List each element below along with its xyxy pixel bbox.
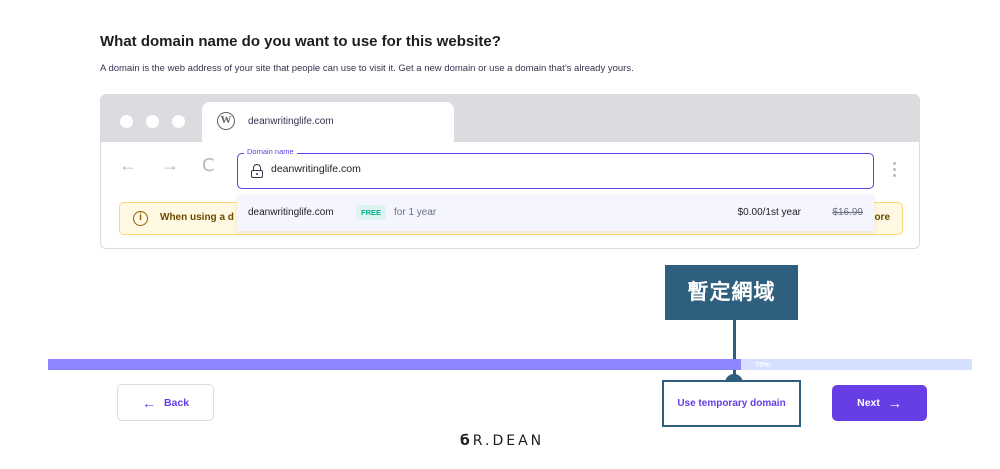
window-dot-icon <box>120 115 133 128</box>
kebab-menu-icon <box>893 162 897 180</box>
window-dot-icon <box>172 115 185 128</box>
logo-text: R.DEAN <box>472 433 545 449</box>
page-subtext: A domain is the web address of your site… <box>100 63 634 74</box>
info-icon: i <box>133 211 148 226</box>
warning-text: When using a d <box>160 212 234 223</box>
browser-tab: W deanwritinglife.com <box>202 102 454 142</box>
suggestion-domain: deanwritinglife.com <box>248 207 334 218</box>
use-temporary-domain-button[interactable]: Use temporary domain <box>662 380 801 427</box>
free-badge: FREE <box>356 205 387 220</box>
forward-arrow-icon: → <box>161 155 179 175</box>
progress-fill <box>48 359 741 370</box>
annotation-connector <box>733 320 736 382</box>
domain-field-label: Domain name <box>244 147 297 156</box>
arrow-right-icon: → <box>887 395 902 411</box>
suggestion-old-price: $16.99 <box>832 207 863 218</box>
domain-input[interactable] <box>271 163 851 175</box>
wordpress-icon: W <box>217 112 235 130</box>
warning-more-link[interactable]: ore <box>874 212 890 223</box>
browser-title-bar: W deanwritinglife.com <box>101 95 919 142</box>
back-button-label: Back <box>163 396 190 409</box>
logo-mark: б <box>460 433 473 449</box>
tab-url: deanwritinglife.com <box>248 116 334 127</box>
logo: бR.DEAN <box>460 433 544 449</box>
suggestion-term: for 1 year <box>394 207 437 218</box>
progress-bar <box>48 359 972 370</box>
back-arrow-icon: ← <box>119 155 137 175</box>
arrow-left-icon: ← <box>141 394 156 411</box>
annotation-callout: 暫定網域 <box>665 265 798 320</box>
progress-label: 75% <box>755 360 771 369</box>
lock-icon <box>251 164 263 178</box>
domain-suggestion[interactable]: deanwritinglife.com FREE for 1 year $0.0… <box>237 195 874 231</box>
temporary-domain-label: Use temporary domain <box>677 398 786 409</box>
page-heading: What domain name do you want to use for … <box>100 33 501 50</box>
domain-name-field[interactable]: Domain name <box>237 147 874 189</box>
suggestion-price: $0.00/1st year <box>737 207 801 218</box>
next-button-label: Next <box>857 397 880 409</box>
window-dot-icon <box>146 115 159 128</box>
reload-icon: C <box>202 155 215 176</box>
back-button[interactable]: ← Back <box>117 384 214 421</box>
next-button[interactable]: Next → <box>832 385 927 421</box>
